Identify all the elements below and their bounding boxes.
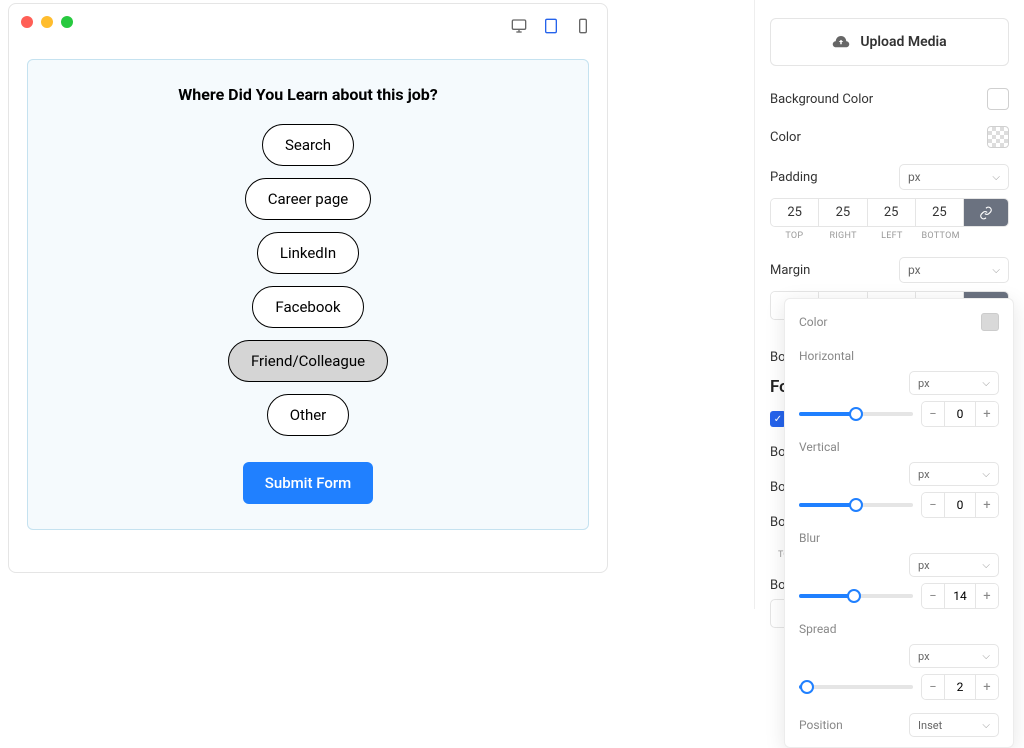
minus-button[interactable]: − xyxy=(922,584,944,608)
vertical-slider[interactable] xyxy=(799,497,913,513)
cloud-upload-icon xyxy=(832,33,850,51)
form-preview: Where Did You Learn about this job? Sear… xyxy=(27,59,589,530)
horizontal-stepper: − + xyxy=(921,401,999,427)
form-question-title: Where Did You Learn about this job? xyxy=(178,85,437,104)
plus-button[interactable]: + xyxy=(976,493,998,517)
spread-unit-select[interactable]: px ⌵ xyxy=(909,644,999,668)
padding-link-button[interactable] xyxy=(964,199,1008,226)
minimize-window-button[interactable] xyxy=(41,16,53,28)
vertical-stepper: − + xyxy=(921,492,999,518)
minus-button[interactable]: − xyxy=(922,402,944,426)
popup-color-label: Color xyxy=(799,315,827,329)
blur-unit-select[interactable]: px ⌵ xyxy=(909,553,999,577)
upload-media-button[interactable]: Upload Media xyxy=(770,18,1009,66)
vertical-unit-select[interactable]: px ⌵ xyxy=(909,462,999,486)
link-icon xyxy=(979,206,993,220)
chevron-down-icon: ⌵ xyxy=(982,560,990,571)
upload-media-label: Upload Media xyxy=(860,34,946,50)
background-color-swatch[interactable] xyxy=(987,88,1009,110)
position-select[interactable]: Inset ⌵ xyxy=(909,713,999,737)
option-facebook[interactable]: Facebook xyxy=(252,286,363,328)
padding-left-input[interactable] xyxy=(868,199,915,226)
padding-inputs xyxy=(770,198,1009,227)
horizontal-slider[interactable] xyxy=(799,406,913,422)
vertical-label: Vertical xyxy=(799,440,999,454)
minus-button[interactable]: − xyxy=(922,675,944,699)
chevron-down-icon: ⌵ xyxy=(982,469,990,480)
padding-unit-select[interactable]: px ⌵ xyxy=(899,164,1009,190)
option-linkedin[interactable]: LinkedIn xyxy=(257,232,359,274)
horizontal-label: Horizontal xyxy=(799,349,999,363)
option-search[interactable]: Search xyxy=(262,124,354,166)
color-label: Color xyxy=(770,130,801,145)
plus-button[interactable]: + xyxy=(976,584,998,608)
horizontal-value-input[interactable] xyxy=(944,402,976,426)
plus-button[interactable]: + xyxy=(976,675,998,699)
blur-label: Blur xyxy=(799,531,999,545)
position-label: Position xyxy=(799,718,843,732)
preview-panel: Where Did You Learn about this job? Sear… xyxy=(8,3,608,573)
chevron-down-icon: ⌵ xyxy=(982,720,990,731)
device-switcher xyxy=(507,14,595,38)
mobile-icon[interactable] xyxy=(571,14,595,38)
blur-value-input[interactable] xyxy=(944,584,976,608)
background-color-label: Background Color xyxy=(770,92,873,107)
spread-slider[interactable] xyxy=(799,679,913,695)
shadow-color-swatch[interactable] xyxy=(981,313,999,331)
window-controls xyxy=(21,16,73,28)
vertical-value-input[interactable] xyxy=(944,493,976,517)
submit-button[interactable]: Submit Form xyxy=(243,462,373,504)
option-other[interactable]: Other xyxy=(267,394,350,436)
color-swatch[interactable] xyxy=(987,126,1009,148)
padding-top-input[interactable] xyxy=(771,199,818,226)
blur-stepper: − + xyxy=(921,583,999,609)
padding-section: Padding px ⌵ TOP RIGHT LEFT BOTTOM xyxy=(770,164,1009,241)
chevron-down-icon: ⌵ xyxy=(982,651,990,662)
margin-label: Margin xyxy=(770,263,810,278)
maximize-window-button[interactable] xyxy=(61,16,73,28)
chevron-down-icon: ⌵ xyxy=(992,172,1000,183)
spread-value-input[interactable] xyxy=(944,675,976,699)
spread-stepper: − + xyxy=(921,674,999,700)
padding-bottom-input[interactable] xyxy=(916,199,963,226)
horizontal-unit-select[interactable]: px ⌵ xyxy=(909,371,999,395)
chevron-down-icon: ⌵ xyxy=(982,378,990,389)
box-shadow-popup: Color Horizontal px ⌵ − + Vertical xyxy=(784,298,1014,748)
margin-unit-select[interactable]: px ⌵ xyxy=(899,257,1009,283)
padding-right-input[interactable] xyxy=(819,199,866,226)
minus-button[interactable]: − xyxy=(922,493,944,517)
option-career-page[interactable]: Career page xyxy=(245,178,372,220)
blur-slider[interactable] xyxy=(799,588,913,604)
close-window-button[interactable] xyxy=(21,16,33,28)
tablet-icon[interactable] xyxy=(539,14,563,38)
plus-button[interactable]: + xyxy=(976,402,998,426)
padding-label: Padding xyxy=(770,170,818,185)
chevron-down-icon: ⌵ xyxy=(992,265,1000,276)
option-friend-colleague[interactable]: Friend/Colleague xyxy=(228,340,388,382)
spread-label: Spread xyxy=(799,622,999,636)
desktop-icon[interactable] xyxy=(507,14,531,38)
